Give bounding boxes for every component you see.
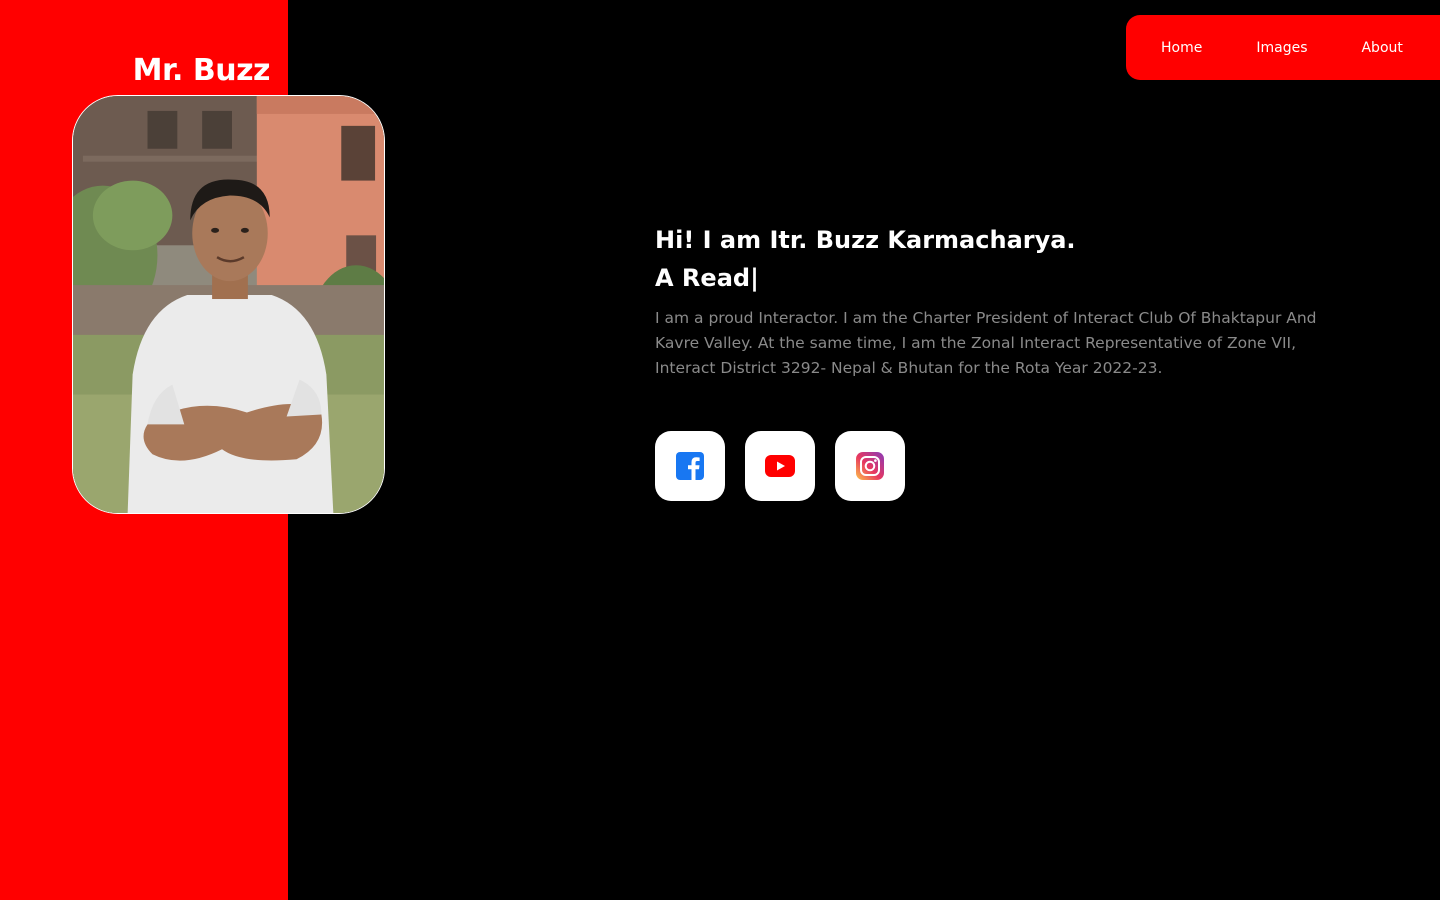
top-navigation: Home Images About bbox=[1126, 15, 1440, 80]
facebook-icon bbox=[676, 452, 704, 480]
profile-photo bbox=[72, 95, 385, 514]
page: Mr. Buzz Home Images About Hi! I am Itr.… bbox=[0, 0, 1440, 900]
profile-photo-illustration bbox=[73, 96, 384, 513]
hero-typing-text: A Read| bbox=[655, 264, 759, 292]
instagram-button[interactable] bbox=[835, 431, 905, 501]
youtube-icon bbox=[765, 455, 795, 477]
social-links bbox=[655, 431, 905, 501]
youtube-button[interactable] bbox=[745, 431, 815, 501]
nav-images-link[interactable]: Images bbox=[1256, 39, 1307, 57]
hero-greeting: Hi! I am Itr. Buzz Karmacharya. bbox=[655, 226, 1076, 254]
instagram-icon bbox=[856, 452, 884, 480]
facebook-button[interactable] bbox=[655, 431, 725, 501]
hero-bio: I am a proud Interactor. I am the Charte… bbox=[655, 309, 1317, 377]
nav-about-link[interactable]: About bbox=[1361, 39, 1402, 57]
nav-home-link[interactable]: Home bbox=[1161, 39, 1202, 57]
hero-headline: Hi! I am Itr. Buzz Karmacharya. A Read| bbox=[655, 221, 1076, 297]
brand-title: Mr. Buzz bbox=[132, 53, 271, 88]
